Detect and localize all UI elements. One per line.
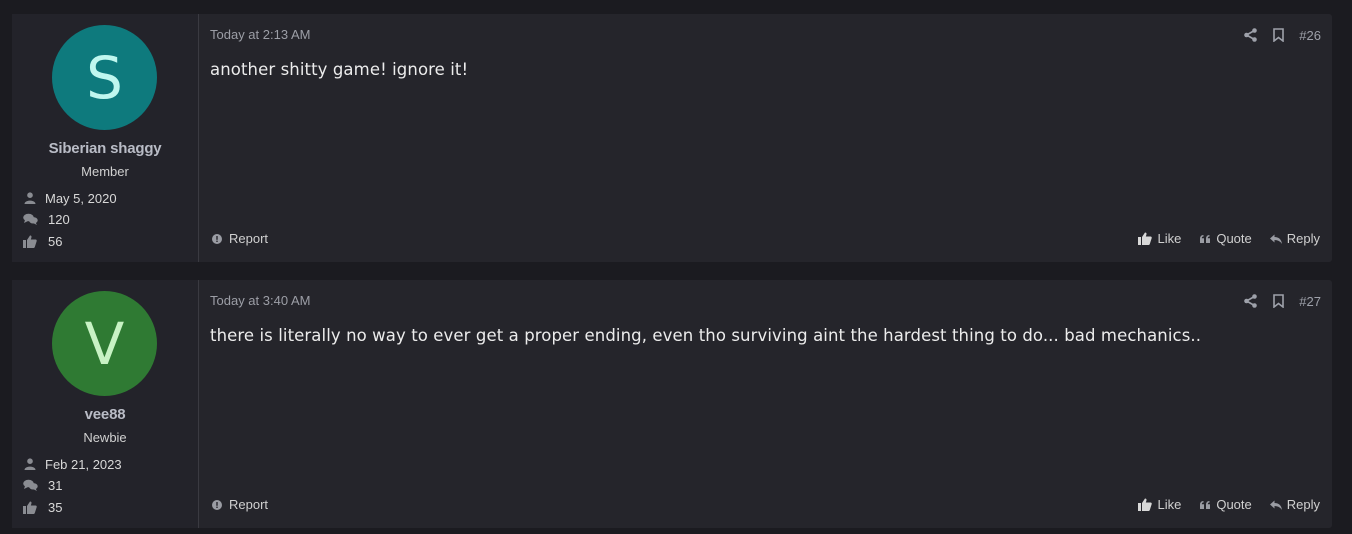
post-date[interactable]: Today at 2:13 AM	[210, 27, 310, 42]
username[interactable]: vee88	[12, 406, 198, 423]
report-button[interactable]: Report	[211, 497, 268, 512]
post-bottom-actions: Like Quote Reply	[1138, 231, 1320, 246]
quote-label: Quote	[1216, 497, 1252, 512]
message-count: 31	[48, 477, 63, 493]
avatar[interactable]: S	[52, 25, 157, 130]
user-title: Member	[81, 164, 129, 179]
post-bottom-actions: Like Quote Reply	[1138, 497, 1320, 512]
quote-label: Quote	[1216, 231, 1252, 246]
reaction-count: 35	[48, 499, 63, 515]
reactions-stat: 56	[22, 232, 62, 250]
post-message: another shitty game! ignore it!	[210, 60, 469, 79]
avatar[interactable]: V	[52, 291, 157, 396]
quote-icon	[1199, 233, 1211, 245]
post-number[interactable]: #27	[1299, 294, 1321, 309]
like-button[interactable]: Like	[1138, 497, 1181, 512]
messages-stat: 120	[22, 210, 70, 228]
info-circle-icon	[211, 233, 223, 245]
share-icon[interactable]	[1243, 27, 1257, 43]
user-info-panel: V vee88 Newbie Feb 21, 2023 31 35	[12, 280, 199, 528]
joined-date-stat: Feb 21, 2023	[22, 455, 122, 473]
post-top-actions: #27	[1243, 292, 1321, 310]
reactions-stat: 35	[22, 498, 62, 516]
like-label: Like	[1157, 231, 1182, 246]
user-icon	[22, 457, 38, 471]
username[interactable]: Siberian shaggy	[12, 140, 198, 157]
bookmark-icon[interactable]	[1271, 293, 1285, 309]
like-label: Like	[1157, 497, 1182, 512]
post: S Siberian shaggy Member May 5, 2020 120…	[12, 14, 1332, 262]
quote-button[interactable]: Quote	[1199, 231, 1252, 246]
message-count: 120	[48, 211, 70, 227]
post-top-actions: #26	[1243, 26, 1321, 44]
joined-date-stat: May 5, 2020	[22, 189, 117, 207]
post-message: there is literally no way to ever get a …	[210, 326, 1202, 345]
reply-icon	[1269, 233, 1282, 245]
post-content: Today at 2:13 AM #26 another shitty game…	[199, 14, 1332, 262]
user-icon	[22, 191, 38, 205]
info-circle-icon	[211, 499, 223, 511]
thumbs-up-icon	[1138, 232, 1153, 245]
user-info-panel: S Siberian shaggy Member May 5, 2020 120…	[12, 14, 199, 262]
joined-date: May 5, 2020	[45, 190, 117, 206]
post: V vee88 Newbie Feb 21, 2023 31 35 Today …	[12, 280, 1332, 528]
messages-stat: 31	[22, 476, 62, 494]
thumbs-up-icon	[22, 234, 38, 248]
share-icon[interactable]	[1243, 293, 1257, 309]
report-label: Report	[229, 497, 269, 512]
post-number[interactable]: #26	[1299, 28, 1321, 43]
joined-date: Feb 21, 2023	[45, 456, 122, 472]
thumbs-up-icon	[22, 500, 38, 514]
reply-label: Reply	[1286, 231, 1320, 246]
bookmark-icon[interactable]	[1271, 27, 1285, 43]
quote-button[interactable]: Quote	[1199, 497, 1252, 512]
reply-label: Reply	[1286, 497, 1320, 512]
report-button[interactable]: Report	[211, 231, 268, 246]
quote-icon	[1199, 499, 1211, 511]
comments-icon	[22, 212, 38, 226]
reply-icon	[1269, 499, 1282, 511]
reply-button[interactable]: Reply	[1269, 231, 1320, 246]
post-date[interactable]: Today at 3:40 AM	[210, 293, 310, 308]
like-button[interactable]: Like	[1138, 231, 1181, 246]
reply-button[interactable]: Reply	[1269, 497, 1320, 512]
comments-icon	[22, 478, 38, 492]
report-label: Report	[229, 231, 269, 246]
post-content: Today at 3:40 AM #27 there is literally …	[199, 280, 1332, 528]
user-title: Newbie	[83, 430, 127, 445]
reaction-count: 56	[48, 233, 63, 249]
thumbs-up-icon	[1138, 498, 1153, 511]
